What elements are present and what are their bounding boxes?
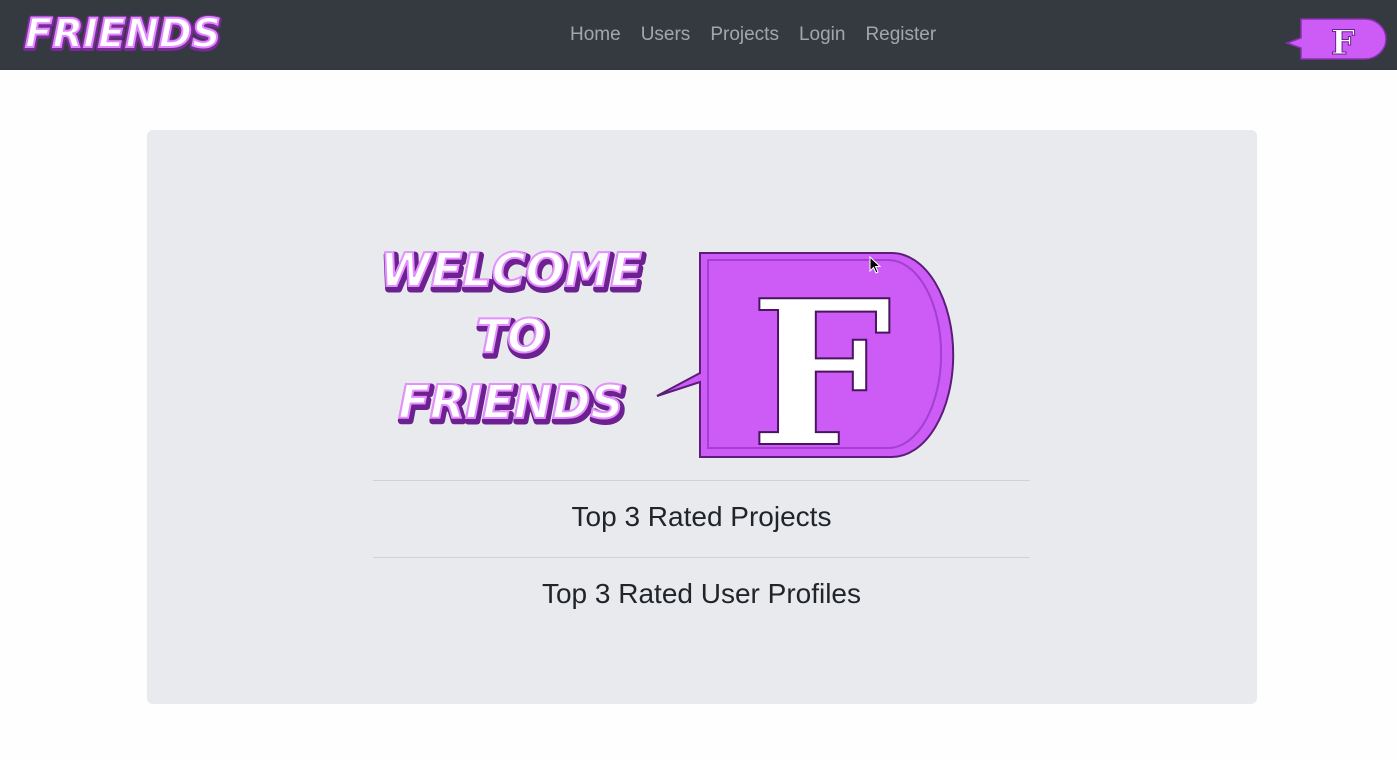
nav-users[interactable]: Users xyxy=(631,24,701,46)
nav-projects[interactable]: Projects xyxy=(700,24,789,46)
speech-bubble-logo-small[interactable]: F xyxy=(1284,16,1387,64)
divider xyxy=(373,557,1030,558)
jumbotron: WELCOME TO FRIENDS WELCOME TO FRIENDS F … xyxy=(147,130,1257,704)
top-projects-heading: Top 3 Rated Projects xyxy=(571,501,832,532)
welcome-banner: WELCOME TO FRIENDS WELCOME TO FRIENDS F xyxy=(375,238,955,493)
nav-login[interactable]: Login xyxy=(789,24,856,46)
svg-text:FRIENDS: FRIENDS xyxy=(25,11,221,57)
svg-text:F: F xyxy=(1331,23,1355,62)
top-users-heading: Top 3 Rated User Profiles xyxy=(541,578,862,609)
nav-register[interactable]: Register xyxy=(855,24,946,46)
speech-bubble-icon: F xyxy=(1284,18,1387,64)
welcome-line-2: TO xyxy=(476,309,546,363)
navbar: FRIENDS FRIENDS Home Users Projects Logi… xyxy=(0,0,1397,70)
welcome-line-1: WELCOME xyxy=(380,243,642,297)
nav-home[interactable]: Home xyxy=(560,24,631,46)
mouse-cursor-icon xyxy=(869,255,883,276)
brand-logo[interactable]: FRIENDS FRIENDS xyxy=(22,6,232,58)
brand-wordmark: FRIENDS FRIENDS xyxy=(22,9,224,58)
main-nav: Home Users Projects Login Register xyxy=(560,0,946,70)
divider xyxy=(373,480,1030,481)
logo-letter: F xyxy=(750,257,892,464)
welcome-graphic: WELCOME TO FRIENDS WELCOME TO FRIENDS F xyxy=(379,242,955,493)
welcome-line-3: FRIENDS xyxy=(398,375,623,429)
